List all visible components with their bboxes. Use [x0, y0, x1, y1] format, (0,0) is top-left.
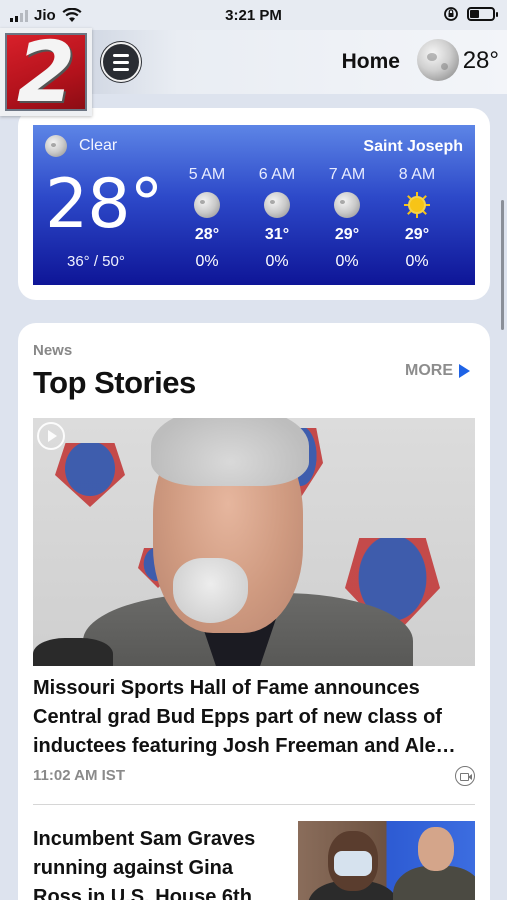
nav-home-label[interactable]: Home [342, 50, 400, 74]
hourly-forecast-item: 5 AM 28° 0% [178, 166, 236, 271]
hour-temperature: 31° [264, 226, 290, 243]
section-title: Top Stories [33, 365, 196, 400]
hourly-forecast-item: 8 AM 29° 0% [388, 166, 446, 271]
news-card: News Top Stories MORE Missouri Sports Ha… [18, 323, 490, 900]
section-label: News [33, 342, 73, 359]
moon-icon [334, 192, 360, 218]
orientation-lock-icon [444, 7, 458, 21]
hourly-forecast-item: 7 AM 29° 0% [318, 166, 376, 271]
hour-precipitation: 0% [335, 253, 359, 270]
location-label: Saint Joseph [363, 138, 463, 155]
story-thumbnail[interactable] [298, 821, 475, 900]
hour-label: 6 AM [258, 166, 296, 183]
moon-icon [194, 192, 220, 218]
story-timestamp: 11:02 AM IST [33, 767, 125, 784]
person-beard [173, 558, 248, 623]
hour-precipitation: 0% [195, 253, 219, 270]
status-time: 3:21 PM [225, 7, 282, 24]
moon-icon [264, 192, 290, 218]
status-bar: Jio 3:21 PM [0, 0, 507, 30]
scrollbar[interactable] [501, 200, 504, 330]
battery-icon [467, 7, 498, 21]
moon-icon [45, 135, 67, 157]
current-temperature: 28° [45, 165, 164, 244]
hour-temperature: 28° [194, 226, 220, 243]
hourly-forecast-item: 6 AM 31° 0% [248, 166, 306, 271]
story-image[interactable] [33, 418, 475, 666]
hour-temperature: 29° [334, 226, 360, 243]
hour-precipitation: 0% [405, 253, 429, 270]
weather-card[interactable]: Clear Saint Joseph 28° 36° / 50° 5 AM 28… [18, 108, 490, 300]
story-headline[interactable]: Incumbent Sam Graves running against Gin… [33, 825, 273, 900]
chevron-right-icon [459, 364, 470, 378]
hall-of-fame-logo [55, 443, 125, 507]
station-logo[interactable]: 2 [0, 28, 92, 116]
hour-temperature: 29° [404, 226, 430, 243]
hour-precipitation: 0% [265, 253, 289, 270]
hour-label: 8 AM [398, 166, 436, 183]
play-icon[interactable] [37, 422, 65, 450]
more-link[interactable]: MORE [405, 362, 470, 380]
header-temperature[interactable]: 28° [463, 47, 499, 75]
story-divider [33, 804, 475, 805]
logo-numeral: 2 [5, 33, 87, 111]
menu-button[interactable] [101, 42, 141, 82]
story-headline[interactable]: Missouri Sports Hall of Fame announces C… [33, 674, 478, 761]
current-condition: Clear [45, 135, 117, 157]
microphone [33, 638, 113, 666]
weather-panel[interactable]: Clear Saint Joseph 28° 36° / 50° 5 AM 28… [33, 125, 475, 285]
moon-icon [417, 39, 459, 81]
sun-icon [404, 192, 430, 218]
status-right [443, 6, 498, 22]
video-icon [455, 766, 475, 786]
hi-lo-temperature: 36° / 50° [67, 253, 125, 270]
condition-label: Clear [79, 137, 118, 154]
hour-label: 5 AM [188, 166, 226, 183]
more-label: MORE [405, 362, 453, 379]
person-hair [151, 418, 309, 486]
hour-label: 7 AM [328, 166, 366, 183]
